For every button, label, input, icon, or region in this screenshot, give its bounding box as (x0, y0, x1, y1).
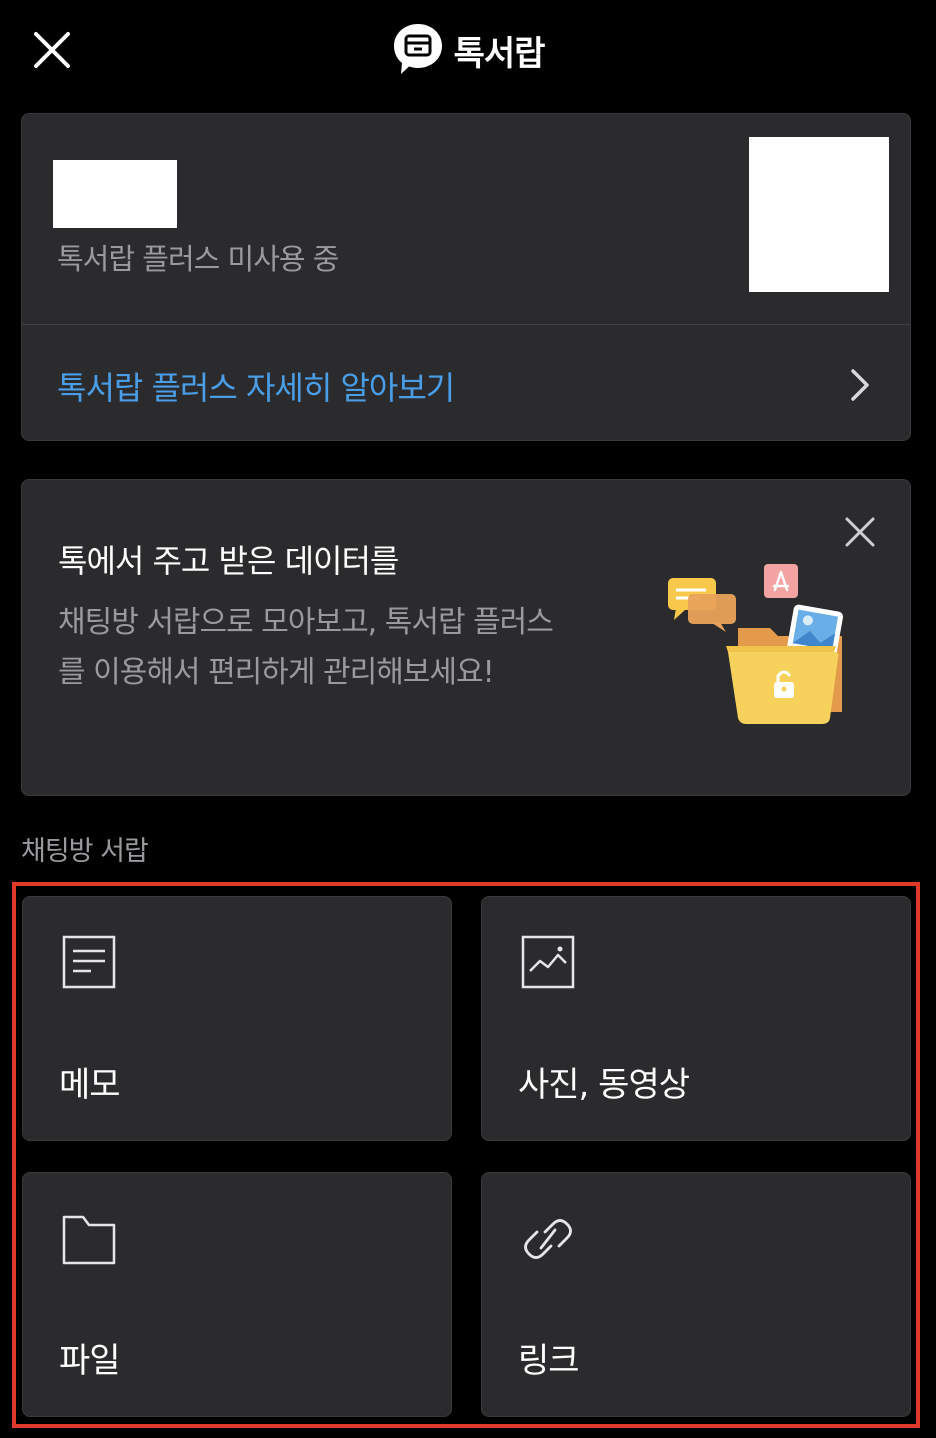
tile-link[interactable]: 링크 (481, 1172, 911, 1417)
header: 톡서랍 (0, 0, 936, 100)
tile-label: 파일 (59, 1341, 121, 1381)
tile-label: 링크 (518, 1341, 580, 1381)
folder-icon (62, 1215, 116, 1265)
plus-info-link[interactable]: 톡서랍 플러스 자세히 알아보기 (22, 325, 910, 441)
memo-icon (62, 935, 116, 989)
page-title: 톡서랍 (453, 33, 546, 74)
promo-body: 채팅방 서랍으로 모아보고, 톡서랍 플러스를 이용해서 편리하게 관리해보세요… (58, 605, 554, 690)
chevron-right-icon (851, 369, 869, 401)
section-label: 채팅방 서랍 (21, 836, 149, 867)
promo-close-button[interactable] (842, 514, 878, 550)
link-icon (524, 1219, 572, 1259)
tile-label: 사진, 동영상 (518, 1065, 690, 1105)
tile-memo[interactable]: 메모 (22, 896, 452, 1141)
plus-info-link-text: 톡서랍 플러스 자세히 알아보기 (57, 369, 455, 407)
folder-with-files-illustration (668, 564, 844, 724)
page-title-group: 톡서랍 (0, 22, 936, 78)
account-thumbnail-redacted (749, 137, 889, 292)
account-name-redacted (53, 160, 177, 228)
tile-file[interactable]: 파일 (22, 1172, 452, 1417)
promo-banner: 톡에서 주고 받은 데이터를 채팅방 서랍으로 모아보고, 톡서랍 플러스를 이… (21, 479, 911, 796)
tile-photo-video[interactable]: 사진, 동영상 (481, 896, 911, 1141)
drawer-chat-icon (393, 24, 442, 74)
photo-icon (521, 935, 575, 989)
promo-title: 톡에서 주고 받은 데이터를 (58, 542, 399, 580)
tile-label: 메모 (59, 1065, 121, 1105)
close-icon (845, 517, 875, 547)
plus-status-text: 톡서랍 플러스 미사용 중 (57, 242, 339, 276)
account-card: 톡서랍 플러스 미사용 중 톡서랍 플러스 자세히 알아보기 (21, 113, 911, 441)
